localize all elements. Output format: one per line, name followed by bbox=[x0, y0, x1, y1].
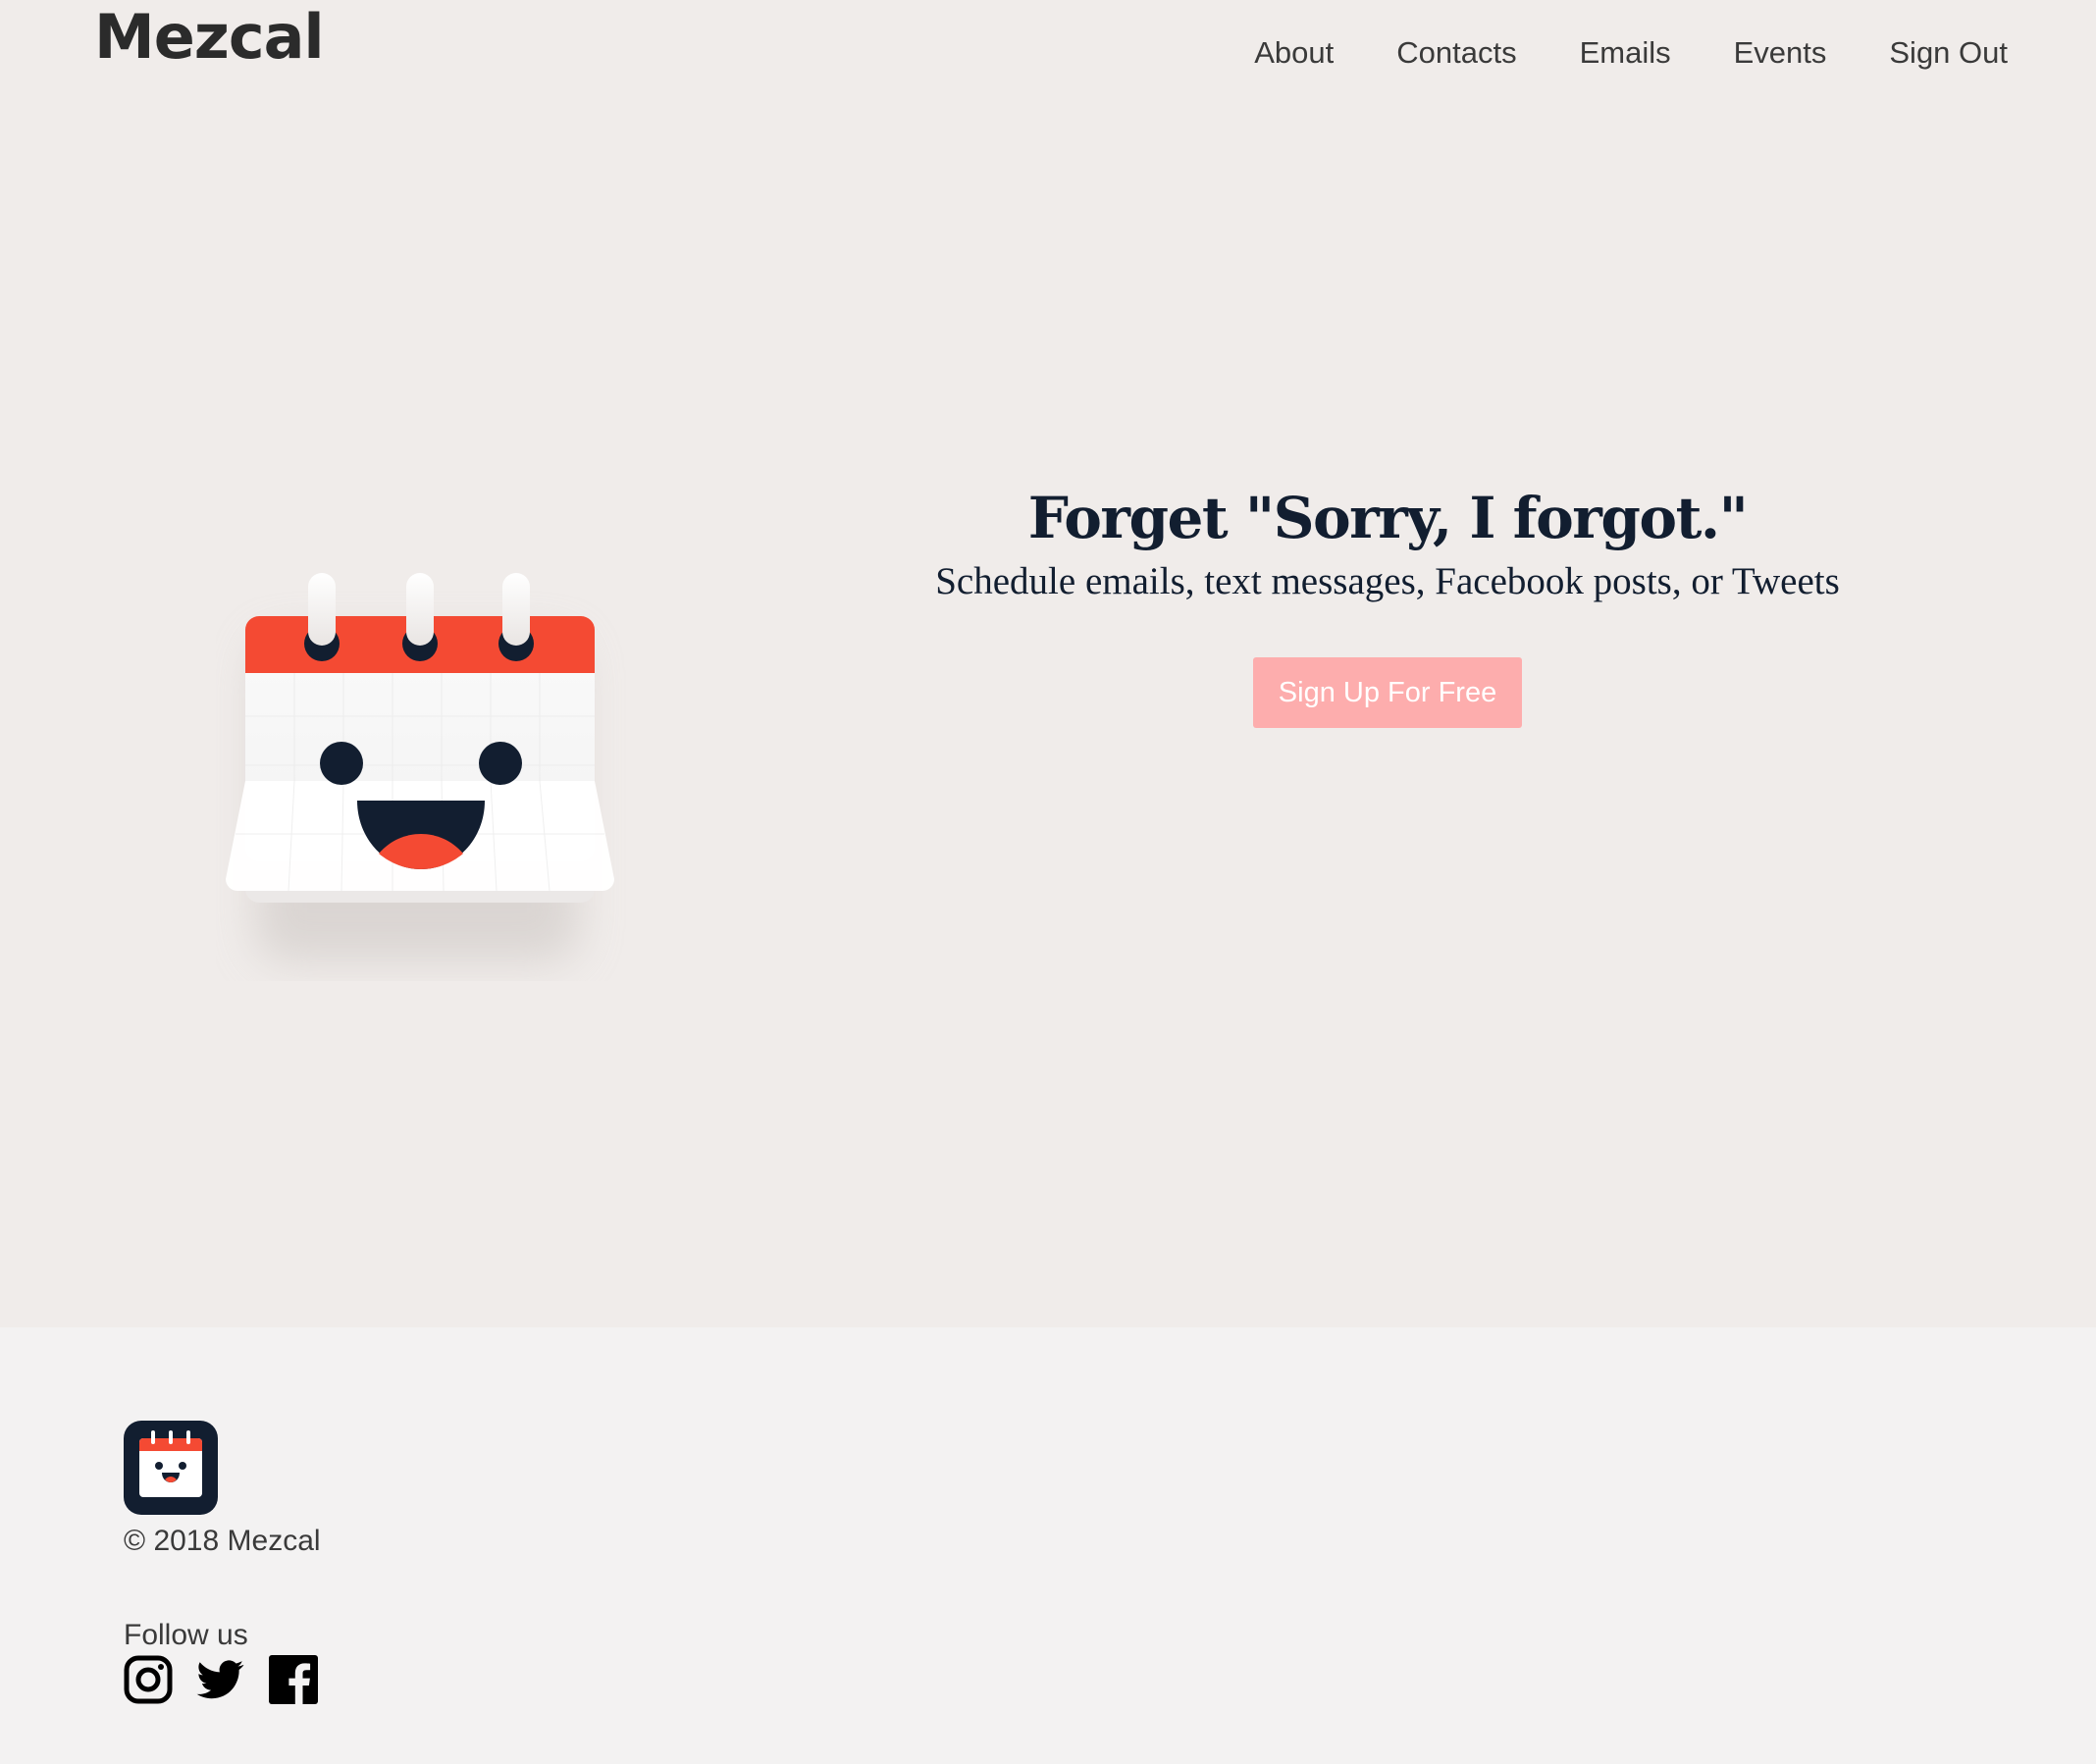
nav-about[interactable]: About bbox=[1254, 29, 1334, 77]
hero-subheadline: Schedule emails, text messages, Facebook… bbox=[935, 560, 1840, 602]
site-footer: © 2018 Mezcal Follow us bbox=[0, 1327, 2096, 1764]
mezcal-app-icon[interactable] bbox=[124, 1421, 218, 1515]
site-header: Mezcal About Contacts Emails Events Sign… bbox=[0, 0, 2096, 108]
nav-events[interactable]: Events bbox=[1734, 29, 1827, 77]
social-links bbox=[124, 1655, 318, 1704]
sign-up-button[interactable]: Sign Up For Free bbox=[1252, 657, 1523, 728]
copyright-text: © 2018 Mezcal bbox=[124, 1525, 321, 1557]
follow-us-label: Follow us bbox=[124, 1619, 248, 1651]
logo[interactable]: Mezcal bbox=[94, 2, 325, 73]
main-nav: About Contacts Emails Events Sign Out bbox=[1191, 29, 2008, 77]
nav-emails[interactable]: Emails bbox=[1580, 29, 1671, 77]
instagram-icon[interactable] bbox=[124, 1655, 173, 1704]
nav-contacts[interactable]: Contacts bbox=[1396, 29, 1516, 77]
nav-sign-out[interactable]: Sign Out bbox=[1889, 29, 2008, 77]
hero-section: Forget "Sorry, I forgot." Schedule email… bbox=[0, 108, 2096, 1327]
calendar-mascot-illustration bbox=[226, 573, 614, 961]
hero-headline: Forget "Sorry, I forgot." bbox=[1027, 485, 1749, 551]
hero-text: Forget "Sorry, I forgot." Schedule email… bbox=[864, 481, 1912, 728]
twitter-icon[interactable] bbox=[196, 1655, 245, 1704]
facebook-icon[interactable] bbox=[269, 1655, 318, 1704]
